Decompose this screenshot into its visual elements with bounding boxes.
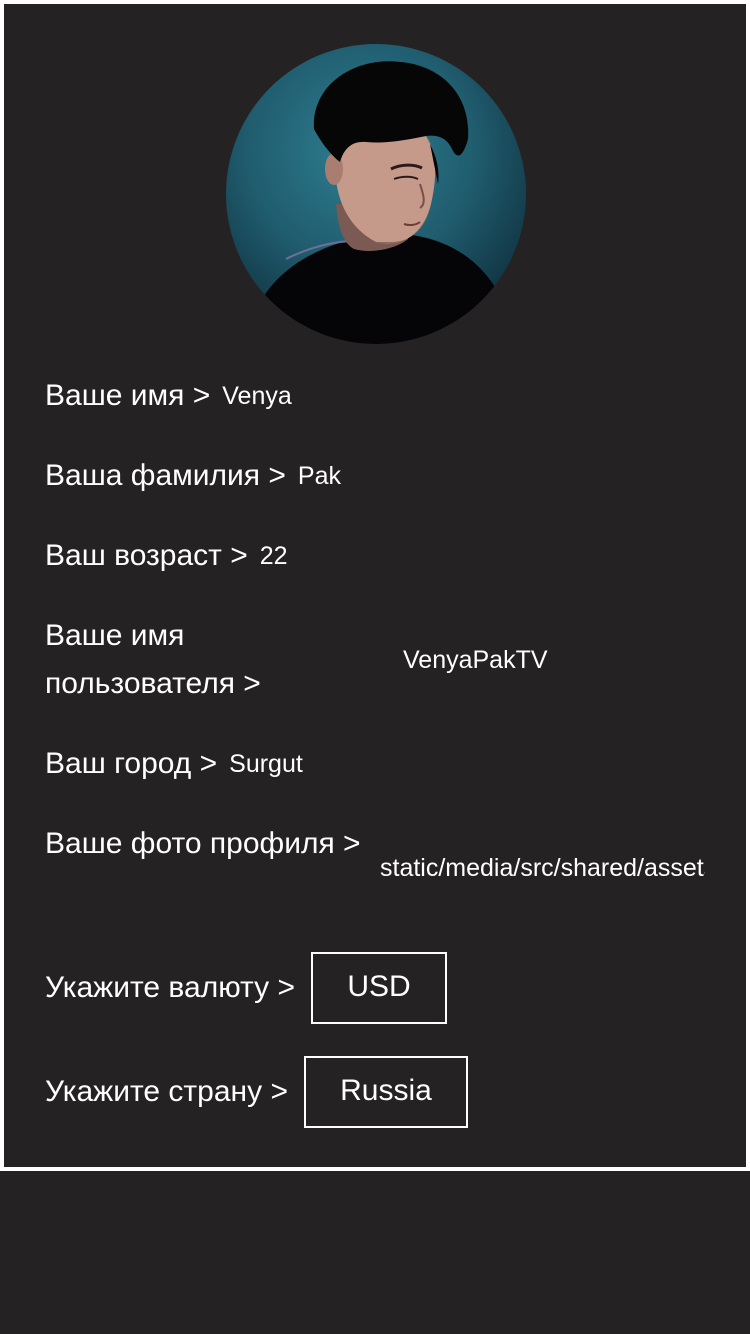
username-row: Ваше имя пользователя > bbox=[45, 612, 305, 708]
username-label: Ваше имя пользователя > bbox=[45, 619, 261, 700]
city-label: Ваш город > bbox=[45, 747, 218, 780]
photo-path-value: static/media/src/shared/assets bbox=[380, 854, 705, 882]
last-name-value: Pak bbox=[297, 461, 341, 490]
profile-panel: Ваше имя > Venya Ваша фамилия > Pak Ваш … bbox=[4, 4, 746, 1167]
last-name-label: Ваша фамилия > bbox=[45, 459, 286, 492]
age-value: 22 bbox=[259, 541, 288, 570]
last-name-row: Ваша фамилия > Pak bbox=[45, 452, 341, 500]
username-value: VenyaPakTV bbox=[403, 646, 548, 674]
avatar bbox=[226, 44, 526, 344]
city-row: Ваш город > Surgut bbox=[45, 740, 303, 788]
city-value: Surgut bbox=[229, 749, 303, 778]
country-select-button[interactable]: Russia bbox=[303, 1056, 468, 1128]
first-name-value: Venya bbox=[222, 381, 292, 410]
avatar-illustration bbox=[246, 61, 516, 344]
photo-row: Ваше фото профиля > bbox=[45, 820, 365, 868]
currency-row: Укажите валюту > USD bbox=[45, 952, 447, 1024]
page: Ваше имя > Venya Ваша фамилия > Pak Ваш … bbox=[0, 0, 750, 1334]
country-row: Укажите страну > Russia bbox=[45, 1056, 468, 1128]
bottom-area bbox=[0, 1171, 750, 1334]
age-label: Ваш возраст > bbox=[45, 539, 248, 572]
first-name-row: Ваше имя > Venya bbox=[45, 372, 292, 420]
first-name-label: Ваше имя > bbox=[45, 379, 211, 412]
currency-select-button[interactable]: USD bbox=[311, 952, 447, 1024]
country-label: Укажите страну > bbox=[45, 1075, 288, 1108]
photo-label: Ваше фото профиля > bbox=[45, 827, 361, 860]
currency-label: Укажите валюту > bbox=[45, 971, 295, 1004]
age-row: Ваш возраст > 22 bbox=[45, 532, 288, 580]
